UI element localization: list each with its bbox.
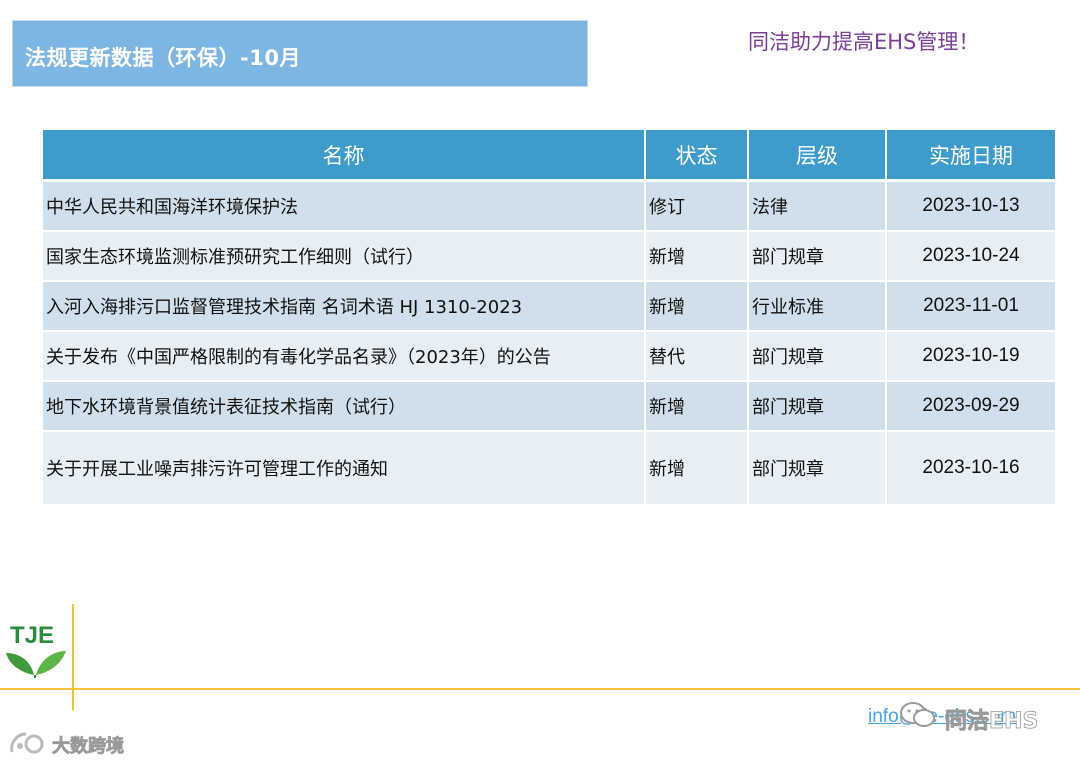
cell-status: 新增 — [645, 230, 749, 282]
footer-vertical-divider — [72, 604, 74, 710]
title-banner: 法规更新数据（环保）-10月 — [12, 20, 588, 87]
page-title: 法规更新数据（环保）-10月 — [25, 46, 301, 70]
column-header-name: 名称 — [43, 130, 646, 182]
watermark-logo-icon — [10, 732, 44, 754]
table-row: 入河入海排污口监督管理技术指南 名词术语 HJ 1310-2023 新增 行业标… — [43, 280, 1057, 332]
cell-level: 部门规章 — [748, 230, 887, 282]
watermark-text-2: 大数跨境 — [52, 736, 125, 758]
cell-level: 行业标准 — [748, 280, 887, 332]
cell-date: 2023-10-19 — [886, 330, 1057, 382]
leaf-logo-icon — [6, 651, 66, 678]
cell-status: 新增 — [645, 430, 749, 506]
cell-level: 部门规章 — [748, 380, 887, 432]
cell-level: 部门规章 — [748, 330, 887, 382]
table-header-row: 名称 状态 层级 实施日期 — [43, 130, 1057, 182]
cell-level: 法律 — [748, 180, 887, 232]
table-row: 国家生态环境监测标准预研究工作细则（试行） 新增 部门规章 2023-10-24 — [43, 230, 1057, 282]
column-header-level: 层级 — [748, 130, 887, 182]
column-header-status: 状态 — [645, 130, 749, 182]
table-row: 地下水环境背景值统计表征技术指南（试行） 新增 部门规章 2023-09-29 — [43, 380, 1057, 432]
cell-name: 国家生态环境监测标准预研究工作细则（试行） — [43, 230, 646, 282]
cell-date: 2023-09-29 — [886, 380, 1057, 432]
table-row: 关于开展工业噪声排污许可管理工作的通知 新增 部门规章 2023-10-16 — [43, 430, 1057, 506]
cell-name: 中华人民共和国海洋环境保护法 — [43, 180, 646, 232]
cell-date: 2023-10-24 — [886, 230, 1057, 282]
watermark-text: 同洁EHS — [945, 709, 1039, 735]
cell-date: 2023-11-01 — [886, 280, 1057, 332]
wechat-icon — [900, 702, 935, 727]
cell-status: 替代 — [645, 330, 749, 382]
cell-name: 地下水环境背景值统计表征技术指南（试行） — [43, 380, 646, 432]
table-row: 关于发布《中国严格限制的有毒化学品名录》（2023年）的公告 替代 部门规章 2… — [43, 330, 1057, 382]
column-header-date: 实施日期 — [886, 130, 1057, 182]
cell-name: 入河入海排污口监督管理技术指南 名词术语 HJ 1310-2023 — [43, 280, 646, 332]
cell-level: 部门规章 — [748, 430, 887, 506]
regulation-table: 名称 状态 层级 实施日期 中华人民共和国海洋环境保护法 修订 法律 2023-… — [43, 130, 1057, 506]
table-row: 中华人民共和国海洋环境保护法 修订 法律 2023-10-13 — [43, 180, 1057, 232]
cell-status: 修订 — [645, 180, 749, 232]
cell-status: 新增 — [645, 280, 749, 332]
cell-date: 2023-10-13 — [886, 180, 1057, 232]
slogan: 同洁助力提高EHS管理！ — [748, 30, 980, 54]
footer-horizontal-divider — [0, 688, 1080, 690]
cell-name: 关于开展工业噪声排污许可管理工作的通知 — [43, 430, 646, 506]
cell-name: 关于发布《中国严格限制的有毒化学品名录》（2023年）的公告 — [43, 330, 646, 382]
cell-status: 新增 — [645, 380, 749, 432]
cell-date: 2023-10-16 — [886, 430, 1057, 506]
